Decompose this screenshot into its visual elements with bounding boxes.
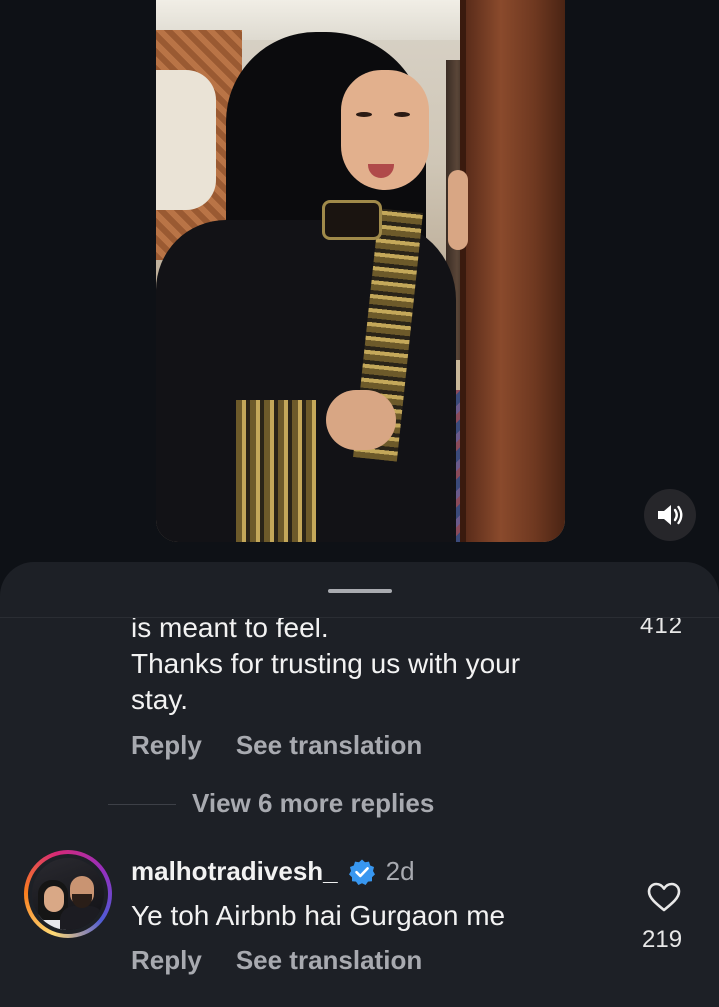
video-person-eye: [356, 112, 372, 117]
comment-actions: Reply See translation: [131, 730, 422, 761]
avatar-detail: [60, 906, 104, 930]
speaker-on-icon: [658, 505, 683, 525]
reel-video-thumbnail[interactable]: [156, 0, 565, 542]
video-person-hand-on-door: [448, 170, 468, 250]
video-person-collar: [322, 200, 382, 240]
avatar-gap: [28, 854, 108, 934]
comment-text-continued: is meant to feel. Thanks for trusting us…: [131, 618, 631, 718]
video-door: [466, 0, 565, 542]
video-person-eye: [394, 112, 410, 117]
heart-outline-icon[interactable]: [646, 881, 682, 913]
avatar-story-ring[interactable]: [24, 850, 112, 938]
video-arch: [156, 70, 216, 210]
comment-username[interactable]: malhotradivesh_: [131, 856, 338, 887]
comment-text-line: is meant to feel.: [131, 618, 329, 643]
verified-badge-icon: [348, 859, 375, 885]
reply-button[interactable]: Reply: [131, 730, 202, 761]
comment-header: malhotradivesh_ 2d: [131, 856, 415, 887]
avatar[interactable]: [32, 858, 104, 930]
mute-toggle-button[interactable]: [644, 489, 696, 541]
video-person-hands: [326, 390, 396, 450]
reel-video-area[interactable]: [0, 0, 719, 580]
comment-actions: Reply See translation: [131, 945, 422, 976]
sheet-drag-handle[interactable]: [328, 589, 392, 593]
like-count-partial: 412: [640, 618, 684, 639]
avatar-detail: [44, 886, 64, 912]
video-saree-border-lower: [236, 400, 316, 542]
comment-text-line: Thanks for trusting us with your: [131, 648, 521, 679]
see-translation-button[interactable]: See translation: [236, 945, 422, 976]
comment-text-line: stay.: [131, 684, 189, 715]
comments-sheet[interactable]: is meant to feel. Thanks for trusting us…: [0, 562, 719, 1007]
comment-timestamp: 2d: [385, 856, 415, 886]
view-more-replies-button[interactable]: View 6 more replies: [192, 788, 434, 819]
comment-text: Ye toh Airbnb hai Gurgaon me: [131, 900, 506, 931]
like-count: 219: [642, 926, 683, 953]
see-translation-button[interactable]: See translation: [236, 730, 422, 761]
comments-list[interactable]: is meant to feel. Thanks for trusting us…: [0, 618, 719, 1007]
replies-connector-line: [108, 804, 176, 805]
reply-button[interactable]: Reply: [131, 945, 202, 976]
